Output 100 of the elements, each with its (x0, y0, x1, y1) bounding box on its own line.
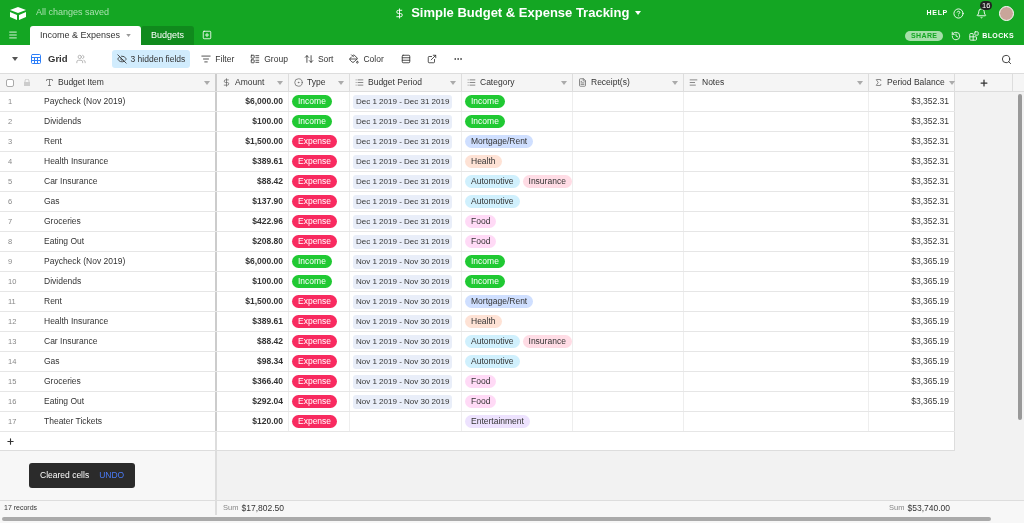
table-tab[interactable]: Income & Expenses (30, 26, 142, 45)
search-icon[interactable] (1001, 53, 1012, 65)
balance-sum: $53,740.00 (907, 501, 950, 515)
linked-record[interactable]: Nov 1 2019 - Nov 30 2019 (353, 314, 453, 329)
column-title: Budget Item (58, 76, 105, 89)
history-icon[interactable] (951, 30, 962, 41)
tag: Automotive (465, 335, 520, 348)
field-type-icon (355, 78, 364, 87)
linked-record[interactable]: Nov 1 2019 - Nov 30 2019 (353, 354, 453, 369)
field-type-icon (222, 78, 231, 87)
field-type-icon (578, 78, 587, 87)
caret-icon[interactable] (635, 11, 642, 15)
table-cell: $3,365.19 (869, 292, 955, 311)
add-row-area[interactable] (217, 432, 955, 451)
table-cell: $3,365.19 (869, 352, 955, 371)
avatar[interactable] (999, 5, 1014, 21)
table-cell: $88.42 (217, 172, 289, 191)
table-cell: $100.00 (217, 272, 289, 291)
table-cell: $3,352.31 (869, 132, 955, 151)
filter-icon (201, 54, 212, 64)
linked-record[interactable]: Nov 1 2019 - Nov 30 2019 (353, 254, 453, 269)
column-title: Amount (235, 76, 266, 89)
notification-icon[interactable] (976, 7, 987, 19)
field-type-icon (874, 78, 883, 87)
tag: Mortgage/Rent (465, 135, 534, 148)
dollar-icon (394, 7, 406, 19)
add-row-icon[interactable] (6, 436, 15, 446)
toolbar-button[interactable]: Sort (298, 50, 339, 68)
column-title: Receipt(s) (591, 76, 631, 89)
tag: Automotive (465, 195, 520, 208)
tag: Food (465, 215, 497, 228)
table-cell: $120.00 (217, 412, 289, 431)
vertical-scrollbar[interactable] (1018, 94, 1022, 421)
add-table-icon[interactable] (202, 30, 213, 40)
select-all-checkbox[interactable] (6, 78, 14, 87)
tag: Health (465, 155, 502, 168)
linked-record[interactable]: Nov 1 2019 - Nov 30 2019 (353, 334, 453, 349)
tag: Health (465, 315, 502, 328)
column-header[interactable]: Type (289, 74, 350, 91)
column-header[interactable]: Notes (684, 74, 869, 91)
table-tab[interactable]: Budgets (141, 26, 195, 45)
tag: Mortgage/Rent (465, 295, 534, 308)
linked-record[interactable]: Nov 1 2019 - Nov 30 2019 (353, 374, 453, 389)
table-cell: $6,000.00 (217, 92, 289, 111)
column-header[interactable]: Period Balance (869, 74, 955, 91)
tag: Automotive (465, 175, 520, 188)
tag: Expense (292, 335, 338, 348)
share-view-icon[interactable] (426, 54, 437, 64)
linked-record[interactable]: Dec 1 2019 - Dec 31 2019 (353, 234, 453, 249)
tag: Income (292, 275, 332, 288)
undo-link[interactable]: UNDO (99, 469, 125, 482)
table-cell: $3,352.31 (869, 152, 955, 171)
table-cell: $1,500.00 (217, 292, 289, 311)
toolbar-button[interactable]: Filter (196, 50, 240, 68)
linked-record[interactable]: Nov 1 2019 - Nov 30 2019 (353, 274, 453, 289)
caret-icon[interactable] (12, 57, 18, 61)
tag: Income (465, 275, 505, 288)
help-icon[interactable] (953, 7, 964, 19)
tag: Expense (292, 135, 338, 148)
linked-record[interactable]: Dec 1 2019 - Dec 31 2019 (353, 114, 453, 129)
amount-sum: $17,802.50 (241, 501, 284, 515)
toolbar-button[interactable]: 3 hidden fields (111, 50, 191, 68)
column-title: Period Balance (887, 76, 945, 89)
column-header[interactable]: Category (462, 74, 573, 91)
row-height-icon[interactable] (400, 54, 411, 64)
tag: Income (292, 95, 332, 108)
linked-record[interactable]: Dec 1 2019 - Dec 31 2019 (353, 174, 453, 189)
toolbar-button[interactable]: Color (344, 50, 389, 68)
linked-record[interactable]: Dec 1 2019 - Dec 31 2019 (353, 154, 453, 169)
hidden-icon (116, 54, 127, 64)
toolbar-button[interactable]: Group (245, 50, 293, 68)
linked-record[interactable]: Dec 1 2019 - Dec 31 2019 (353, 134, 453, 149)
field-type-icon (45, 78, 54, 87)
table-cell: $3,365.19 (869, 312, 955, 331)
table-cell: $3,352.31 (869, 192, 955, 211)
linked-record[interactable]: Dec 1 2019 - Dec 31 2019 (353, 214, 453, 229)
column-header[interactable]: Receipt(s) (573, 74, 684, 91)
caret-icon (672, 80, 678, 85)
tag: Expense (292, 195, 338, 208)
menu-icon[interactable] (8, 30, 18, 40)
logo-icon[interactable] (10, 6, 26, 20)
table-cell: $98.34 (217, 352, 289, 371)
tag: Expense (292, 175, 338, 188)
horizontal-scrollbar[interactable] (2, 517, 992, 521)
table-cell: $366.40 (217, 372, 289, 391)
tag: Expense (292, 355, 338, 368)
column-header[interactable]: Budget Period (350, 74, 462, 91)
people-icon[interactable] (75, 54, 86, 64)
view-name[interactable]: Grid (48, 51, 68, 67)
grid-icon (30, 53, 42, 65)
linked-record[interactable]: Nov 1 2019 - Nov 30 2019 (353, 394, 453, 409)
linked-record[interactable]: Dec 1 2019 - Dec 31 2019 (353, 94, 453, 109)
caret-icon (561, 80, 567, 85)
column-header[interactable]: Amount (217, 74, 289, 91)
caret-icon (857, 80, 863, 85)
linked-record[interactable]: Dec 1 2019 - Dec 31 2019 (353, 194, 453, 209)
tag: Expense (292, 415, 338, 428)
linked-record[interactable]: Nov 1 2019 - Nov 30 2019 (353, 294, 453, 309)
blocks-icon (969, 30, 980, 41)
caret-icon (948, 80, 955, 85)
